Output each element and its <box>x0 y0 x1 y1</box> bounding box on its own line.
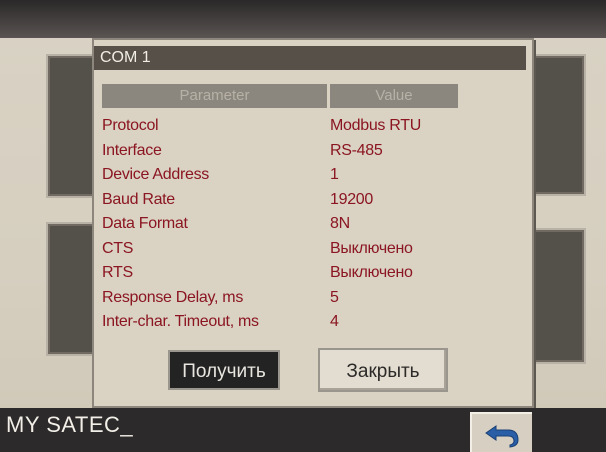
value-cell: 4 <box>330 313 339 331</box>
table-row: Response Delay, ms 5 <box>102 286 462 311</box>
parameter-cell: Interface <box>102 141 162 159</box>
table-header: Parameter Value <box>102 84 462 108</box>
parameter-cell: Response Delay, ms <box>102 288 244 306</box>
get-button[interactable]: Получить <box>168 350 280 390</box>
close-button[interactable]: Закрыть <box>318 348 448 392</box>
table-row: Data Format 8N <box>102 212 462 237</box>
parameter-cell: Device Address <box>102 166 209 184</box>
value-cell: 5 <box>330 288 339 306</box>
table-row: RTS Выключено <box>102 261 462 286</box>
table-body: Protocol Modbus RTU Interface RS-485 Dev… <box>102 114 462 335</box>
device-screen: COM 1 Parameter Value Protocol Modbus RT… <box>0 0 606 452</box>
value-cell: RS-485 <box>330 141 383 159</box>
com-settings-dialog: COM 1 Parameter Value Protocol Modbus RT… <box>92 38 534 408</box>
top-band <box>0 0 606 38</box>
back-button[interactable] <box>470 412 532 452</box>
column-header-value: Value <box>330 84 458 108</box>
value-cell: Modbus RTU <box>330 117 421 135</box>
parameter-cell: CTS <box>102 239 134 257</box>
parameters-table: Parameter Value Protocol Modbus RTU Inte… <box>102 84 462 335</box>
column-header-parameter: Parameter <box>102 84 327 108</box>
value-cell: Выключено <box>330 264 413 282</box>
value-cell: 8N <box>330 215 350 233</box>
table-row: Protocol Modbus RTU <box>102 114 462 139</box>
table-row: CTS Выключено <box>102 237 462 262</box>
parameter-cell: Baud Rate <box>102 190 175 208</box>
background-button-right-top[interactable] <box>528 54 586 196</box>
table-row: Device Address 1 <box>102 163 462 188</box>
dialog-title: COM 1 <box>94 46 526 70</box>
status-text: MY SATEC_ <box>6 412 134 437</box>
value-cell: 1 <box>330 166 339 184</box>
table-row: Baud Rate 19200 <box>102 188 462 213</box>
parameter-cell: Data Format <box>102 215 188 233</box>
value-cell: 19200 <box>330 190 373 208</box>
table-row: Inter-char. Timeout, ms 4 <box>102 310 462 335</box>
parameter-cell: RTS <box>102 264 133 282</box>
value-cell: Выключено <box>330 239 413 257</box>
background-button-right-bottom[interactable] <box>528 228 586 364</box>
parameter-cell: Protocol <box>102 117 159 135</box>
table-row: Interface RS-485 <box>102 139 462 164</box>
parameter-cell: Inter-char. Timeout, ms <box>102 313 259 331</box>
